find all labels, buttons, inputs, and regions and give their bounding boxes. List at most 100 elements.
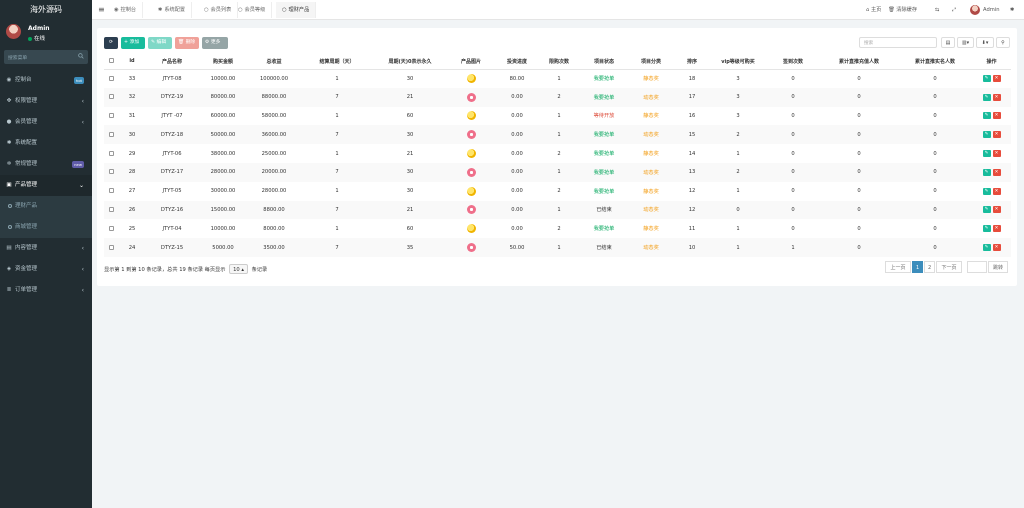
jump-page-input[interactable] (967, 261, 987, 273)
edit-row-button[interactable]: ✎ (982, 150, 991, 158)
row-checkbox[interactable] (108, 112, 114, 118)
prev-page-button[interactable]: 上一页 (885, 261, 911, 273)
delete-row-button[interactable]: ✕ (992, 187, 1001, 195)
search-icon[interactable] (78, 53, 84, 59)
delete-row-button[interactable]: ✕ (992, 75, 1001, 83)
sidebar-search-input[interactable]: 搜索菜单 (4, 50, 88, 64)
column-header[interactable]: 项目分类 (628, 54, 674, 70)
search-toggle-button[interactable]: ⚲ (996, 37, 1010, 48)
edit-row-button[interactable]: ✎ (982, 206, 991, 214)
product-image[interactable] (466, 74, 476, 84)
cell-status[interactable]: 我要抢单 (580, 87, 628, 107)
product-image[interactable] (466, 111, 476, 121)
edit-row-button[interactable]: ✎ (982, 75, 991, 83)
columns-button[interactable]: ▥▾ (957, 37, 974, 48)
select-all-checkbox[interactable] (108, 58, 114, 64)
column-header[interactable]: 签到次数 (766, 54, 820, 70)
table-row[interactable]: 30 DTYZ-18 50000.00 36000.00 7 30 0.00 1 我要抢单 动态奖… (104, 125, 1011, 145)
cell-status[interactable]: 已结束 (580, 200, 628, 220)
column-header[interactable]: 产品名称 (146, 54, 198, 70)
delete-row-button[interactable]: ✕ (992, 244, 1001, 252)
cell-status[interactable]: 我要抢单 (580, 162, 628, 182)
table-row[interactable]: 32 DTYZ-19 80000.00 88000.00 7 21 0.00 2 我要抢单 动态奖… (104, 87, 1011, 107)
delete-row-button[interactable]: ✕ (992, 150, 1001, 158)
tab-3[interactable]: ○ 会员等级 (232, 2, 273, 18)
column-header[interactable]: 投资进度 (496, 54, 538, 70)
cell-status[interactable]: 我要抢单 (580, 219, 628, 238)
refresh-button[interactable]: ⟳ (104, 37, 118, 49)
cell-status[interactable]: 我要抢单 (580, 144, 628, 163)
column-header[interactable]: 累计直推实名人数 (898, 54, 972, 70)
sidebar-item-5[interactable]: ▣ 产品管理 ⌄ (0, 175, 92, 196)
column-header[interactable]: 产品图片 (446, 54, 496, 70)
page-size-select[interactable]: 10 ▴ (229, 264, 248, 274)
delete-row-button[interactable]: ✕ (992, 131, 1001, 139)
tab-1[interactable]: ✱ 系统配置 (152, 2, 193, 18)
row-checkbox[interactable] (108, 188, 114, 194)
table-row[interactable]: 33 JTYT-08 10000.00 100000.00 1 30 80.00 1 我要抢单静… (104, 69, 1011, 88)
tab-4[interactable]: ○ 理财产品 (276, 2, 317, 18)
column-header[interactable]: vip等级可购买 (710, 54, 766, 70)
sidebar-item-2[interactable]: ● 会员管理 ‹ (0, 112, 92, 133)
product-image[interactable] (466, 167, 476, 177)
column-header[interactable]: 累计直推充值人数 (820, 54, 898, 70)
cell-status[interactable]: 我要抢单 (580, 69, 628, 88)
sidebar-item-6[interactable]: 理财产品 (0, 196, 92, 217)
cell-status[interactable]: 我要抢单 (580, 125, 628, 145)
toggle-view-button[interactable]: ▤ (941, 37, 955, 48)
export-button[interactable]: ⬇▾ (976, 37, 994, 48)
table-row[interactable]: 31 JTYT -07 60000.00 58000.00 1 60 0.00 1 等待开放 静态… (104, 107, 1011, 126)
sidebar-item-1[interactable]: ✤ 权限管理 ‹ (0, 91, 92, 112)
edit-button[interactable]: ✎ 编辑 (148, 37, 172, 49)
column-header[interactable]: 排序 (674, 54, 710, 70)
table-row[interactable]: 25 JTYT-04 10000.00 8000.00 1 60 0.00 2 我要抢单 静态奖 1… (104, 219, 1011, 238)
edit-row-button[interactable]: ✎ (982, 168, 991, 176)
brand-logo[interactable]: 海外源码 (0, 0, 92, 20)
row-checkbox[interactable] (108, 131, 114, 137)
delete-row-button[interactable]: ✕ (992, 93, 1001, 101)
sidebar-item-7[interactable]: 商城管理 (0, 217, 92, 238)
column-header[interactable]: id (118, 54, 146, 70)
delete-row-button[interactable]: ✕ (992, 206, 1001, 214)
row-checkbox[interactable] (108, 169, 114, 175)
product-image[interactable] (466, 92, 476, 102)
product-image[interactable] (466, 205, 476, 215)
edit-row-button[interactable]: ✎ (982, 131, 991, 139)
cell-status[interactable]: 我要抢单 (580, 182, 628, 201)
edit-row-button[interactable]: ✎ (982, 93, 991, 101)
admin-user-menu[interactable]: Admin (970, 0, 1000, 20)
edit-row-button[interactable]: ✎ (982, 187, 991, 195)
column-header[interactable]: 结算周期（天） (300, 54, 374, 70)
column-header[interactable]: 项目状态 (580, 54, 628, 70)
column-header[interactable]: 总收益 (248, 54, 300, 70)
settings-gear-icon[interactable]: ✱ (1010, 0, 1014, 20)
delete-button[interactable]: 🗑 删除 (175, 37, 199, 49)
product-image[interactable] (466, 130, 476, 140)
table-row[interactable]: 27 JTYT-05 30000.00 28000.00 1 30 0.00 2 我要抢单 静态奖… (104, 182, 1011, 201)
sidebar-item-3[interactable]: ✱ 系统配置 (0, 133, 92, 154)
tab-0[interactable]: ◉ 控制台 (108, 2, 144, 18)
product-image[interactable] (466, 224, 476, 234)
clear-cache-link[interactable]: 🗑 清除缓存 (888, 0, 917, 20)
product-image[interactable] (466, 149, 476, 159)
fullscreen-icon[interactable]: ⤢ (952, 0, 956, 20)
column-header[interactable]: 操作 (972, 54, 1011, 70)
row-checkbox[interactable] (108, 75, 114, 81)
page-2-button[interactable]: 2 (924, 261, 935, 273)
column-header[interactable]: 周期(天)0表示永久 (374, 54, 446, 70)
menu-toggle-icon[interactable]: ≡ (98, 5, 105, 14)
row-checkbox[interactable] (108, 225, 114, 231)
sidebar-item-8[interactable]: ▤ 内容管理 ‹ (0, 238, 92, 259)
table-row[interactable]: 29 JTYT-06 38000.00 25000.00 1 21 0.00 2 我要抢单 静态奖… (104, 144, 1011, 163)
row-checkbox[interactable] (108, 150, 114, 156)
table-row[interactable]: 26 DTYZ-16 15000.00 8800.00 7 21 0.00 1 已结束 动态奖 12… (104, 200, 1011, 220)
column-header[interactable]: 限购次数 (538, 54, 580, 70)
table-search-input[interactable]: 搜索 (859, 37, 937, 48)
next-page-button[interactable]: 下一页 (936, 261, 962, 273)
table-row[interactable]: 28 DTYZ-17 28000.00 20000.00 7 30 0.00 1 我要抢单 动态奖… (104, 162, 1011, 182)
row-checkbox[interactable] (108, 244, 114, 250)
product-image[interactable] (466, 243, 476, 253)
edit-row-button[interactable]: ✎ (982, 225, 991, 233)
more-button[interactable]: ⚙ 更多 (202, 37, 228, 49)
product-image[interactable] (466, 186, 476, 196)
